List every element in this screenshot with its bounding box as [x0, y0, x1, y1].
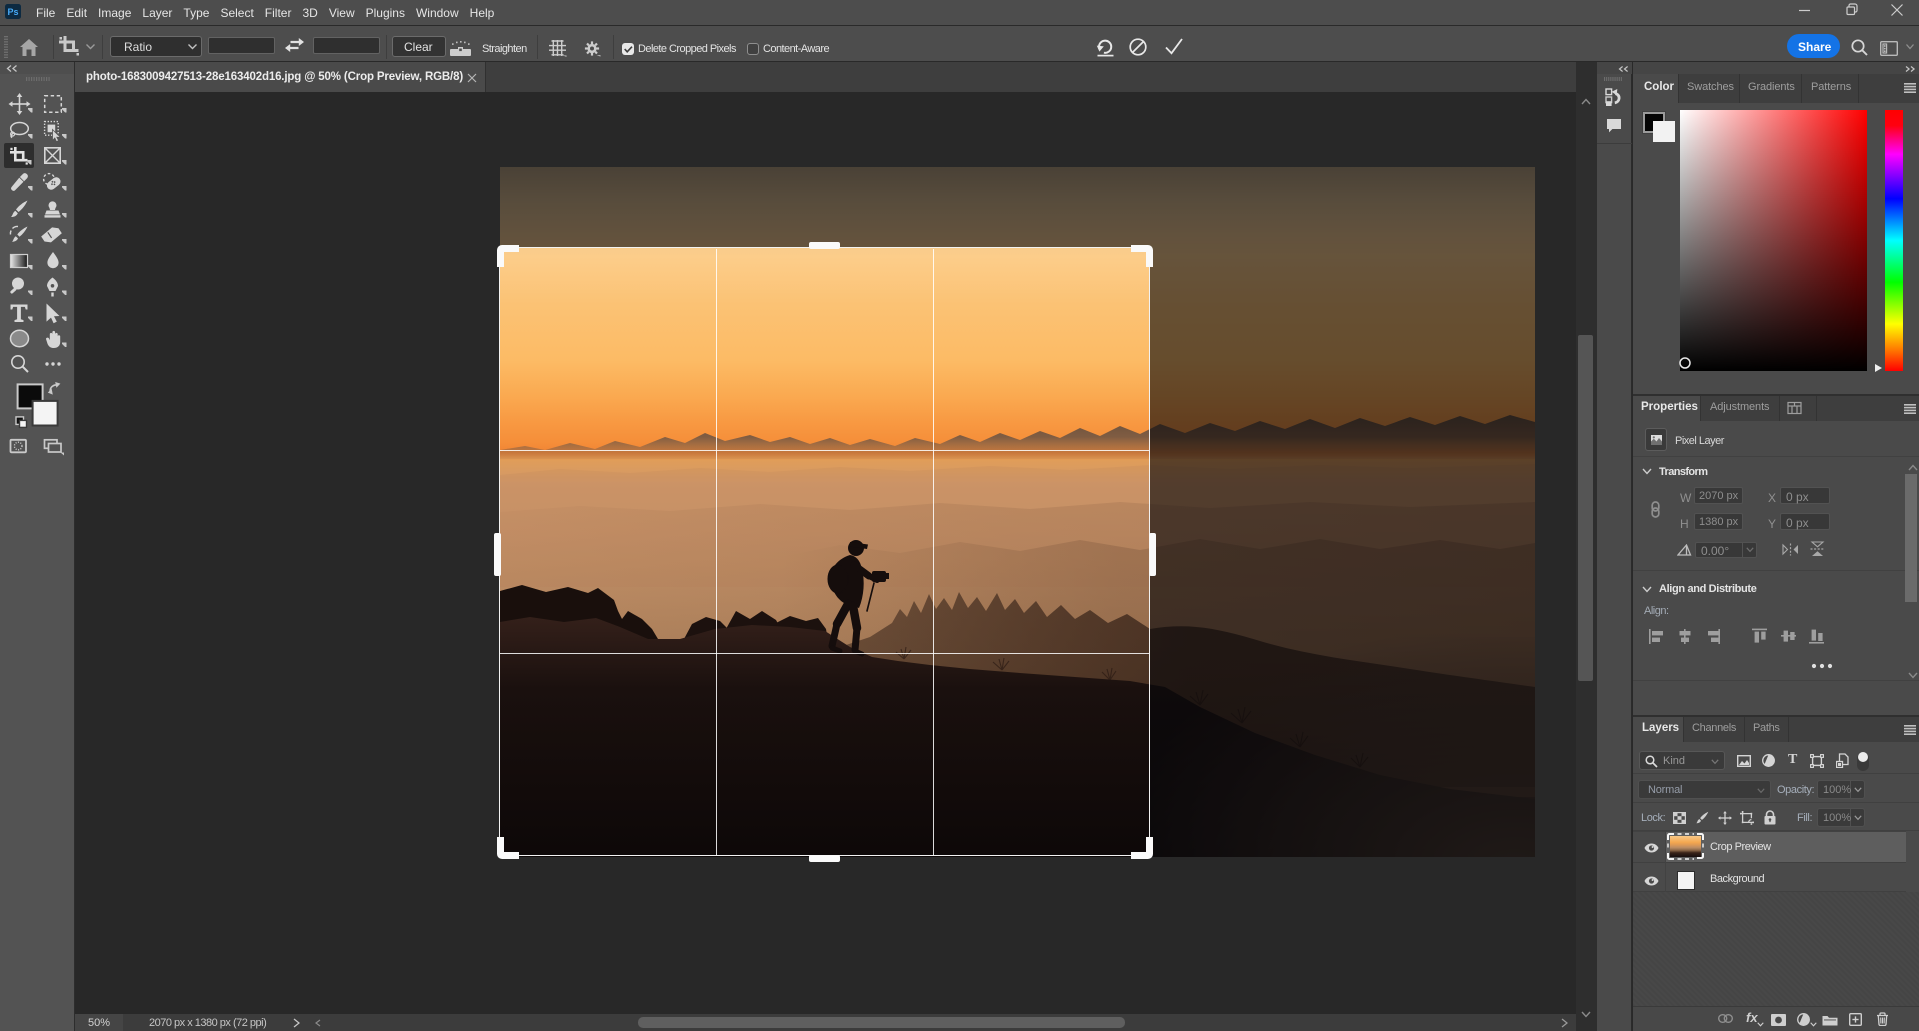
svg-text:Ps: Ps — [7, 7, 18, 17]
